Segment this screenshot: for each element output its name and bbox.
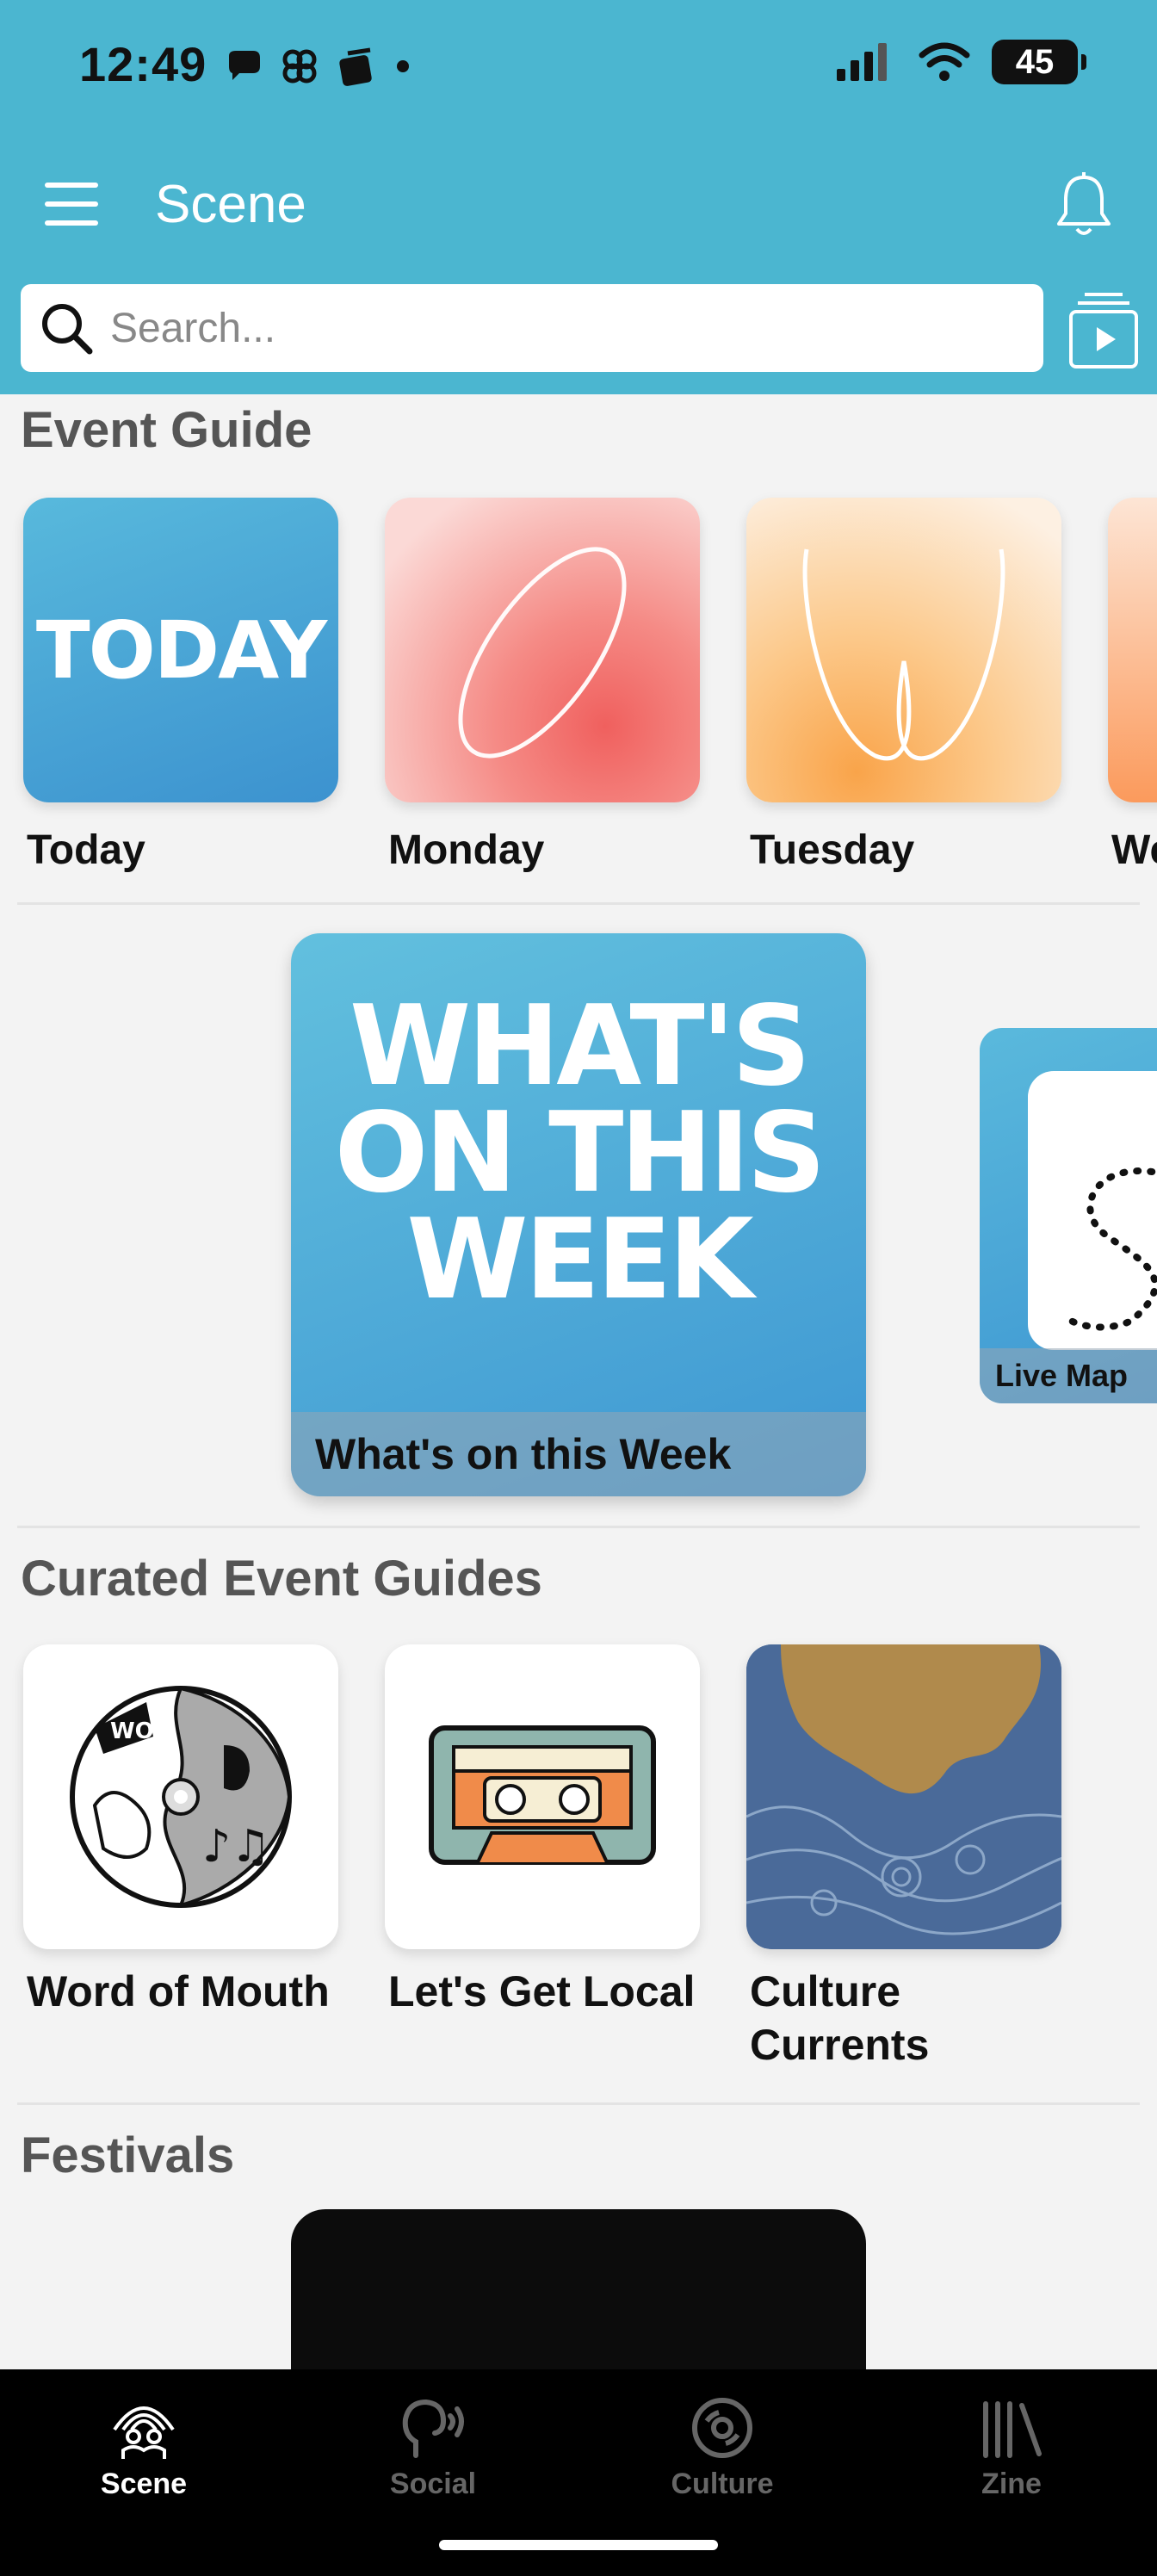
section-title-festivals: Festivals	[21, 2127, 235, 2183]
featured-card-whats-on[interactable]: WHAT'S ON THIS WEEK What's on this Week	[291, 933, 866, 1496]
word-of-mouth-logo: WOM ♪♫	[70, 1686, 292, 1908]
day-tile-wednesday[interactable]	[1108, 498, 1157, 802]
culture-currents-artwork	[746, 1644, 1061, 1949]
headline-line-2: ON THIS	[334, 1089, 826, 1217]
guide-tile-culture-currents[interactable]	[746, 1644, 1061, 1949]
today-tile-text: TODAY	[35, 604, 327, 697]
svg-text:♪♫: ♪♫	[202, 1821, 271, 1873]
scene-icon	[113, 2406, 175, 2459]
ellipse-neon-graphic	[458, 547, 627, 759]
culture-icon	[692, 2398, 752, 2458]
social-icon	[402, 2399, 464, 2458]
hamburger-icon[interactable]	[45, 183, 98, 226]
day-tile-monday[interactable]	[385, 498, 700, 802]
day-label-tuesday: Tuesday	[750, 827, 915, 873]
bell-icon[interactable]	[1054, 170, 1114, 239]
status-notification-icons	[226, 45, 411, 88]
tab-culture[interactable]: Culture	[619, 2395, 826, 2501]
loop-neon-graphic	[802, 548, 1005, 761]
day-label-wednesday: We	[1111, 827, 1157, 873]
divider	[17, 1526, 1140, 1528]
featured-card-live-map[interactable]: Live Map	[980, 1028, 1157, 1403]
tab-label-culture: Culture	[671, 2468, 774, 2500]
home-indicator[interactable]	[439, 2540, 718, 2550]
app-title: Scene	[155, 175, 306, 234]
day-tile-today[interactable]: TODAY	[23, 498, 338, 802]
featured-card-caption-bar: What's on this Week	[291, 1412, 866, 1496]
tab-zine[interactable]: Zine	[908, 2395, 1115, 2501]
headline-line-1: WHAT'S	[349, 982, 811, 1111]
guide-label-line-2: Currents	[750, 2021, 930, 2069]
day-tile-tuesday[interactable]	[746, 498, 1061, 802]
tab-label-scene: Scene	[100, 2468, 188, 2500]
tab-label-social: Social	[389, 2468, 477, 2500]
headline-line-3: WEEK	[406, 1196, 753, 1324]
guide-label-word-of-mouth: Word of Mouth	[27, 1967, 330, 2016]
dot-icon	[397, 60, 409, 72]
layers-icon	[339, 47, 372, 86]
cassette-tape-icon	[429, 1725, 656, 1865]
app-bar: Scene	[0, 164, 1157, 250]
pinwheel-icon	[282, 49, 317, 84]
divider	[17, 2102, 1140, 2105]
featured-card-caption: What's on this Week	[315, 1430, 732, 1478]
tab-label-zine: Zine	[981, 2468, 1042, 2500]
guide-label-line-1: Culture	[750, 1967, 900, 2016]
zine-icon	[983, 2401, 1042, 2458]
featured-card-headline: WHAT'S ON THIS WEEK	[291, 982, 866, 1324]
search-input[interactable]	[110, 304, 971, 352]
status-time: 12:49	[79, 37, 207, 91]
section-title-event-guide: Event Guide	[21, 402, 312, 458]
live-map-caption-bar: Live Map	[980, 1348, 1157, 1403]
tab-scene[interactable]: Scene	[40, 2395, 247, 2501]
guide-label-lets-get-local: Let's Get Local	[388, 1967, 696, 2016]
guide-tile-lets-get-local[interactable]	[385, 1644, 700, 1949]
guide-tile-word-of-mouth[interactable]: WOM ♪♫	[23, 1644, 338, 1949]
tab-social[interactable]: Social	[330, 2395, 536, 2501]
day-label-today: Today	[27, 827, 145, 873]
status-system-icons: 45	[835, 40, 1086, 84]
day-label-monday: Monday	[388, 827, 545, 873]
app-header: 12:49 45 Scene	[0, 0, 1157, 394]
live-map-caption: Live Map	[995, 1358, 1129, 1393]
battery-icon: 45	[992, 40, 1086, 84]
search-icon	[42, 304, 93, 355]
section-title-curated: Curated Event Guides	[21, 1551, 542, 1607]
guide-label-culture-currents: Culture Currents	[750, 1965, 929, 2071]
chat-bubble-icon	[229, 51, 260, 80]
wifi-icon	[919, 42, 970, 81]
search-bar[interactable]	[21, 284, 1043, 372]
media-player-icon[interactable]	[1067, 288, 1140, 370]
live-map-thumbnail	[1028, 1071, 1157, 1350]
divider	[17, 902, 1140, 905]
dotted-path-icon	[1067, 1167, 1157, 1331]
wom-logo-text: WOM	[110, 1718, 176, 1744]
signal-icon	[837, 43, 887, 81]
